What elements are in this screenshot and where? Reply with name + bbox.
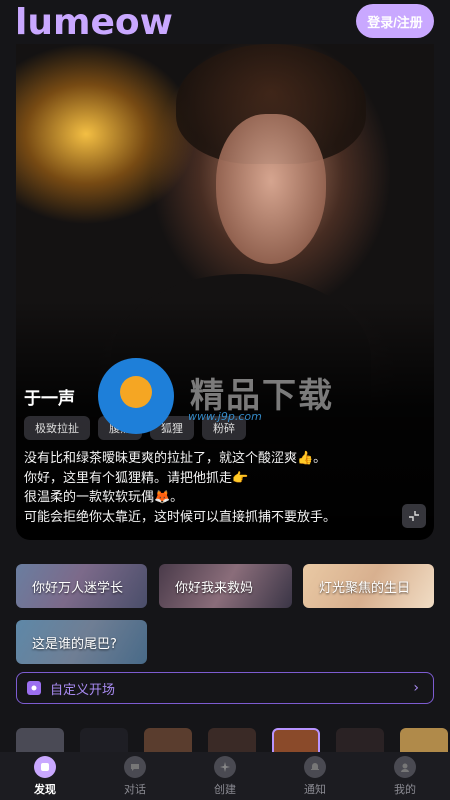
watermark-logo: 精品下载 www.j9p.com [98,358,358,438]
character-tag[interactable]: 极致拉扯 [24,416,90,440]
character-thumbnail[interactable] [16,728,64,752]
opener-label: 灯光聚焦的生日 [319,580,411,596]
create-icon [214,756,236,778]
character-thumbnail[interactable] [272,728,320,752]
nav-label: 通知 [304,783,326,796]
nav-item-create[interactable]: 创建 [180,752,270,800]
opener-label: 这是谁的尾巴? [32,636,117,652]
watermark-url: www.j9p.com [188,410,262,423]
custom-opener-label: 自定义开场 [50,682,116,698]
opener-option[interactable]: 你好万人迷学长 [16,564,147,608]
opener-option[interactable]: 这是谁的尾巴? [16,620,147,664]
nav-label: 创建 [214,783,236,796]
nav-item-discover[interactable]: 发现 [0,752,90,800]
nav-item-chat[interactable]: 对话 [90,752,180,800]
nav-label: 对话 [124,783,146,796]
opener-option[interactable]: 你好我来救妈 [159,564,292,608]
nav-item-notifications[interactable]: 通知 [270,752,360,800]
watermark-dot-icon [120,376,152,408]
character-thumbnail[interactable] [80,728,128,752]
opener-label: 你好我来救妈 [175,580,254,596]
discover-icon [34,756,56,778]
chevron-right-icon: › [413,680,419,696]
opener-label: 你好万人迷学长 [32,580,124,596]
bell-icon [304,756,326,778]
character-thumbnail[interactable] [208,728,256,752]
opener-option[interactable]: 灯光聚焦的生日 [303,564,434,608]
collapse-icon [409,511,419,521]
character-description: 没有比和绿茶暧昧更爽的拉扯了，就这个酸涩爽👍。 你好，这里有个狐狸精。请把他抓走… [24,451,337,525]
character-thumbnail[interactable] [144,728,192,752]
nav-item-profile[interactable]: 我的 [360,752,450,800]
character-strip [16,728,450,752]
app-logo: lumeow [15,2,173,43]
character-image-face [216,114,326,264]
collapse-button[interactable] [402,504,426,528]
login-register-button[interactable]: 登录/注册 [356,4,434,38]
profile-icon [394,756,416,778]
character-thumbnail[interactable] [336,728,384,752]
character-thumbnail[interactable] [400,728,448,752]
custom-opener-button[interactable]: 自定义开场 › [16,672,434,704]
nav-label: 我的 [394,783,416,796]
bottom-nav: 发现 对话 创建 通知 我的 [0,752,450,800]
custom-opener-icon [27,681,41,695]
character-name: 于一声 [24,389,75,409]
chat-icon [124,756,146,778]
nav-label: 发现 [34,783,56,796]
app-header: lumeow 登录/注册 [0,0,450,44]
